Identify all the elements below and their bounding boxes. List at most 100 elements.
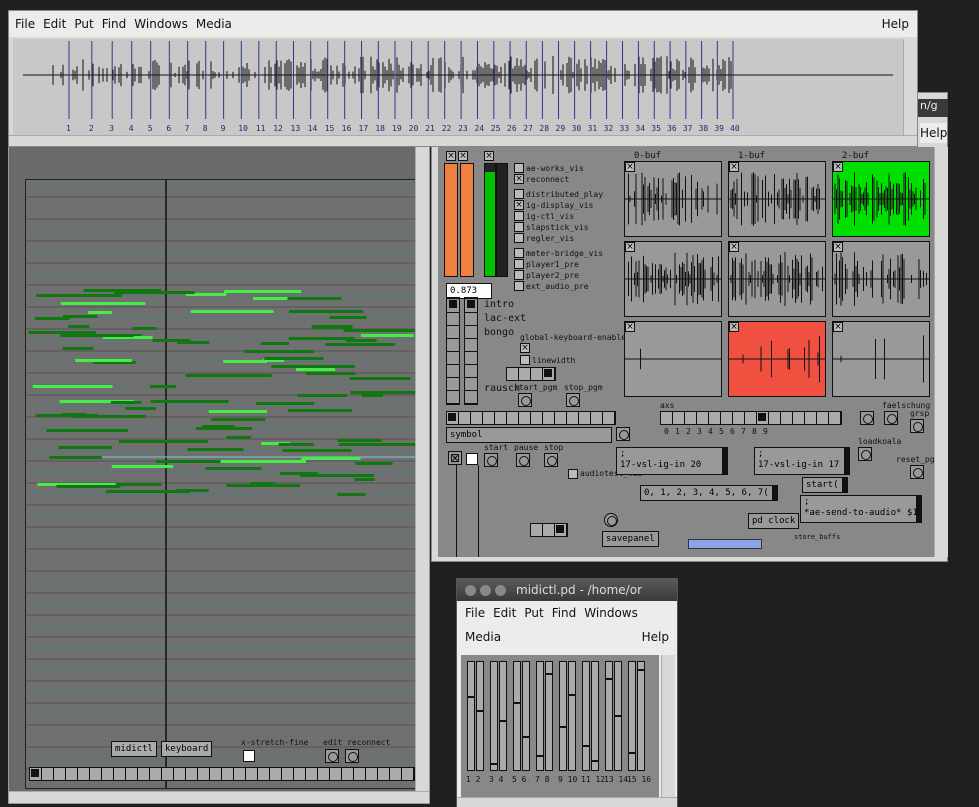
white-toggle[interactable] (466, 453, 478, 465)
radio-cell[interactable] (685, 412, 697, 424)
midi-slider[interactable] (637, 661, 645, 771)
edit-bang[interactable] (325, 749, 339, 763)
radio-cell[interactable] (390, 768, 402, 780)
buffer-display[interactable]: × (832, 241, 930, 317)
midi-slider-knob[interactable] (606, 678, 612, 680)
radio-cell[interactable] (90, 768, 102, 780)
pd-clock-box[interactable]: pd clock (748, 513, 800, 529)
buffer-display[interactable]: × (728, 241, 826, 317)
vradio-cell[interactable] (447, 339, 459, 352)
minimize-icon[interactable] (480, 584, 491, 596)
radio-cell[interactable] (150, 768, 162, 780)
buffer-display[interactable]: × (728, 321, 826, 397)
pianoroll-vscroll[interactable] (415, 141, 429, 791)
midi-slider[interactable] (499, 661, 507, 771)
midi-slider[interactable] (490, 661, 498, 771)
buffer-toggle[interactable]: × (833, 242, 843, 252)
midi-slider-knob[interactable] (592, 760, 598, 762)
vis-toggle[interactable]: × (514, 174, 524, 184)
global-kb-toggle[interactable]: × (520, 343, 530, 353)
waveform-canvas[interactable]: 1 2 3 4 5 6 7 8 9 10 11 12 13 14 15 16 17 18 19 20 21 22 23 24 2… (13, 39, 903, 135)
radio-cell[interactable] (246, 768, 258, 780)
midi-slider-knob[interactable] (583, 745, 589, 747)
small-radio[interactable] (530, 523, 568, 537)
keyboard-button[interactable]: keyboard (161, 741, 213, 757)
radio-cell[interactable] (495, 412, 507, 424)
radio-cell[interactable] (829, 412, 841, 424)
vradio-left[interactable] (446, 297, 460, 405)
radio-cell[interactable] (66, 768, 78, 780)
radio-cell[interactable] (745, 412, 757, 424)
top-menu-file[interactable]: File (15, 17, 35, 31)
main-canvas[interactable]: × × × ae-works_vis × reconnect distributed_… (438, 147, 934, 557)
radio-cell[interactable] (342, 768, 354, 780)
loadkoala-bang[interactable] (858, 447, 872, 461)
radio-cell[interactable] (543, 412, 555, 424)
radio-cell[interactable] (519, 412, 531, 424)
radio-cell[interactable] (126, 768, 138, 780)
midi-slider[interactable] (591, 661, 599, 771)
midictl-hscroll[interactable] (457, 797, 677, 807)
radio-cell[interactable] (661, 412, 673, 424)
radio-cell[interactable] (198, 768, 210, 780)
radio-cell[interactable] (769, 412, 781, 424)
midi-slider[interactable] (559, 661, 567, 771)
symbol-box[interactable]: symbol (446, 427, 612, 443)
vradio-cell[interactable] (465, 365, 477, 378)
midi-slider-knob[interactable] (569, 694, 575, 696)
radio-cell[interactable] (579, 412, 591, 424)
symbol-bang[interactable] (616, 427, 630, 441)
vis-toggle[interactable] (514, 281, 524, 291)
midictl-vscroll[interactable] (661, 655, 675, 797)
waveform-vscroll[interactable] (903, 39, 917, 135)
buffer-display[interactable]: × (832, 321, 930, 397)
midi-slider-knob[interactable] (629, 752, 635, 754)
top-menu-put[interactable]: Put (74, 17, 93, 31)
radio-cell[interactable] (330, 768, 342, 780)
radio-cell[interactable] (781, 412, 793, 424)
midi-slider[interactable] (536, 661, 544, 771)
vis-toggle[interactable] (514, 248, 524, 258)
radio-cell[interactable] (30, 768, 42, 780)
radio-cell[interactable] (709, 412, 721, 424)
buffer-toggle[interactable]: × (729, 322, 739, 332)
radio-cell[interactable] (42, 768, 54, 780)
buffer-toggle[interactable]: × (729, 162, 739, 172)
meter-toggle-1[interactable]: × (446, 151, 456, 161)
stop-bang[interactable] (544, 453, 558, 467)
midi-slider-knob[interactable] (560, 726, 566, 728)
radio-cell[interactable] (757, 412, 769, 424)
msg-start[interactable]: start( (802, 477, 848, 493)
big-toggle[interactable]: ⊠ (448, 451, 462, 465)
grsp-bang[interactable] (910, 419, 924, 433)
savepanel-bang[interactable] (604, 513, 618, 527)
radio-cell[interactable] (591, 412, 603, 424)
buffer-toggle[interactable]: × (833, 322, 843, 332)
radio-cell[interactable] (102, 768, 114, 780)
bang-a[interactable] (860, 411, 874, 425)
top-menu-windows[interactable]: Windows (134, 17, 188, 31)
radio-cell[interactable] (222, 768, 234, 780)
pause-bang[interactable] (516, 453, 530, 467)
faelschung-bang[interactable] (884, 411, 898, 425)
vis-toggle[interactable] (514, 163, 524, 173)
radio-cell[interactable] (721, 412, 733, 424)
midi-slider[interactable] (628, 661, 636, 771)
buffer-display[interactable]: × (624, 321, 722, 397)
buffer-display[interactable]: × (624, 161, 722, 237)
radio-cell[interactable] (567, 412, 579, 424)
midi-menu-put[interactable]: Put (524, 606, 543, 620)
vradio-cell[interactable] (465, 378, 477, 391)
midi-slider[interactable] (605, 661, 613, 771)
vradio-cell[interactable] (447, 391, 459, 404)
radio-cell[interactable] (270, 768, 282, 780)
radio-cell[interactable] (697, 412, 709, 424)
radio-cell[interactable] (483, 412, 495, 424)
vradio-cell[interactable] (447, 352, 459, 365)
midi-slider-knob[interactable] (638, 669, 644, 671)
buffer-toggle[interactable]: × (729, 242, 739, 252)
vradio-cell[interactable] (447, 378, 459, 391)
main-help-menu[interactable]: Help (920, 123, 948, 143)
radio-cell[interactable] (114, 768, 126, 780)
radio-cell[interactable] (805, 412, 817, 424)
